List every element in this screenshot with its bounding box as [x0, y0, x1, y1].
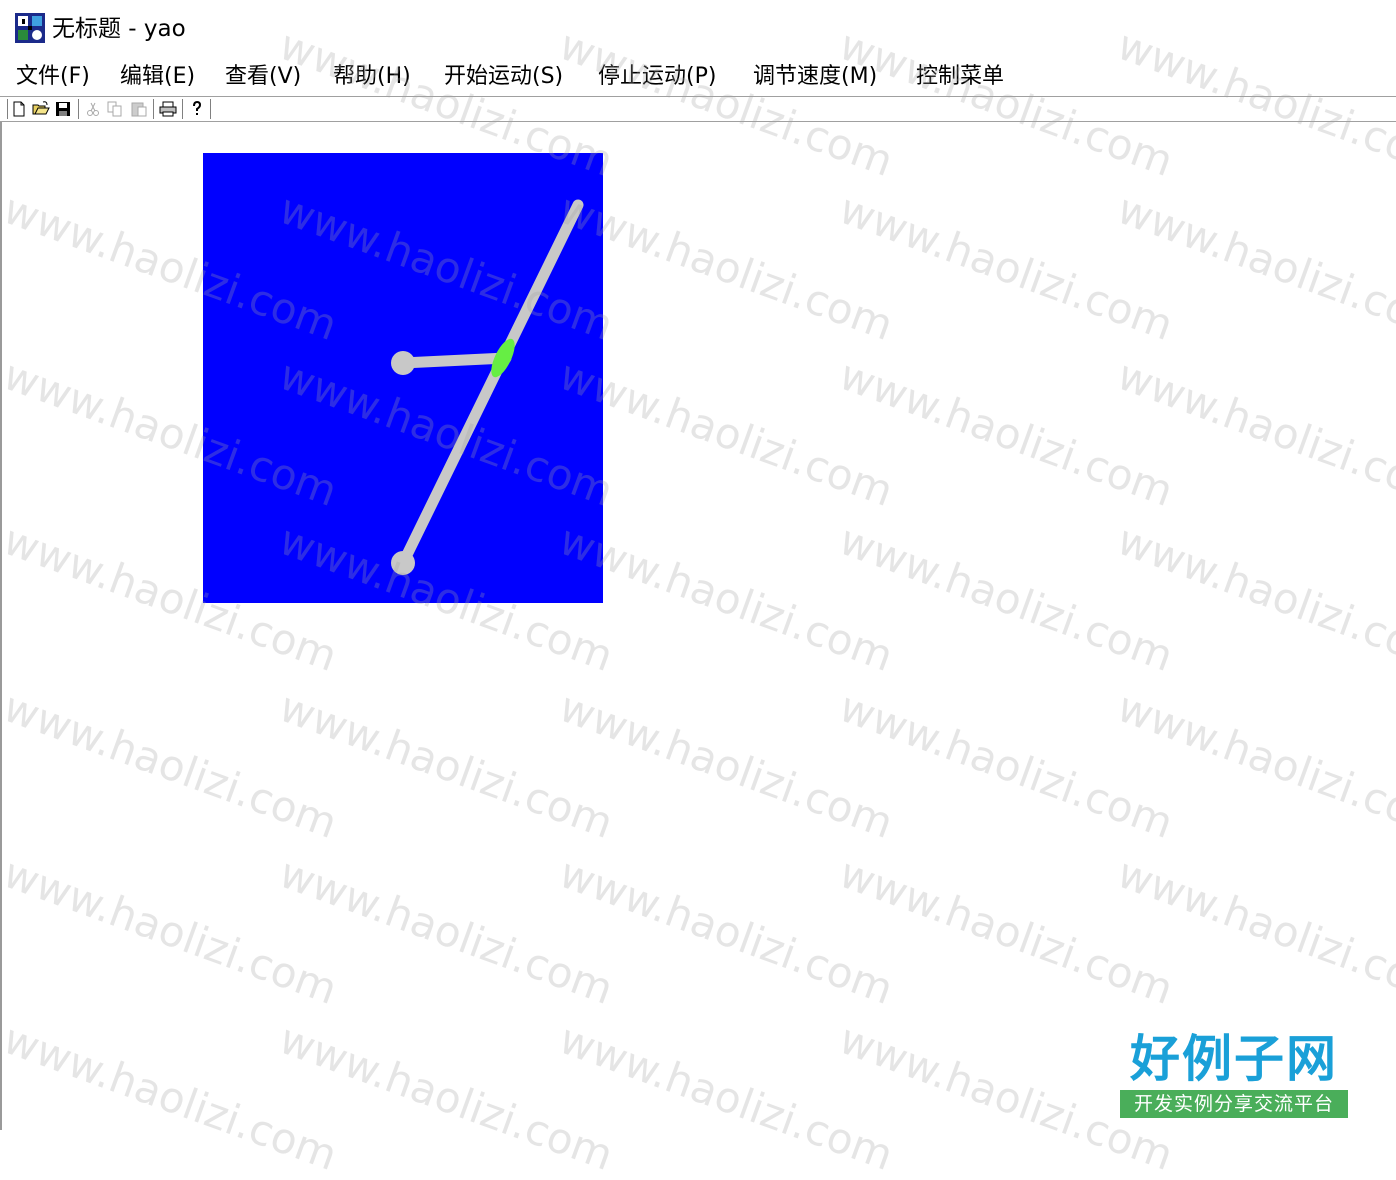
help-button[interactable] [186, 99, 208, 119]
mechanism-view [203, 153, 603, 603]
cut-button[interactable] [82, 99, 104, 119]
open-button[interactable] [30, 99, 52, 119]
menu-view[interactable]: 查看(V) [225, 58, 301, 96]
print-button[interactable] [157, 99, 179, 119]
open-folder-icon [32, 101, 50, 115]
scene-background [203, 153, 603, 603]
paste-icon [131, 102, 147, 117]
cut-icon [87, 102, 99, 116]
toolbar [0, 96, 1396, 122]
copy-icon [107, 101, 122, 117]
menu-control[interactable]: 控制菜单 [916, 58, 1004, 96]
rocker-pivot [391, 551, 415, 575]
toolbar-separator [78, 99, 80, 119]
site-logo: 好例子网 开发实例分享交流平台 [1118, 1030, 1350, 1122]
menu-help[interactable]: 帮助(H) [333, 58, 411, 96]
save-icon [56, 102, 70, 116]
logo-subtitle: 开发实例分享交流平台 [1120, 1090, 1348, 1118]
menu-start-motion[interactable]: 开始运动(S) [444, 58, 563, 96]
help-icon [193, 101, 202, 115]
paste-button[interactable] [128, 99, 150, 119]
copy-button[interactable] [104, 99, 126, 119]
window-title: 无标题 - yao [52, 16, 186, 42]
save-button[interactable] [52, 99, 74, 119]
menu-file[interactable]: 文件(F) [16, 58, 90, 96]
new-file-button[interactable] [8, 99, 30, 119]
menu-adjust-speed[interactable]: 调节速度(M) [753, 58, 877, 96]
print-icon [159, 101, 177, 117]
crank-link [397, 352, 512, 369]
toolbar-separator [210, 99, 212, 119]
app-window: 无标题 - yao 文件(F) 编辑(E) 查看(V) 帮助(H) 开始运动(S… [0, 0, 1396, 1180]
menu-bar: 文件(F) 编辑(E) 查看(V) 帮助(H) 开始运动(S) 停止运动(P) … [0, 58, 1396, 96]
menu-edit[interactable]: 编辑(E) [120, 58, 195, 96]
toolbar-separator [153, 99, 155, 119]
menu-stop-motion[interactable]: 停止运动(P) [598, 58, 716, 96]
title-bar: 无标题 - yao [0, 0, 1396, 58]
logo-title: 好例子网 [1130, 1029, 1338, 1088]
mfc-app-icon [15, 13, 45, 43]
toolbar-separator [182, 99, 184, 119]
new-file-icon [13, 101, 25, 117]
crank-pivot [391, 351, 415, 375]
